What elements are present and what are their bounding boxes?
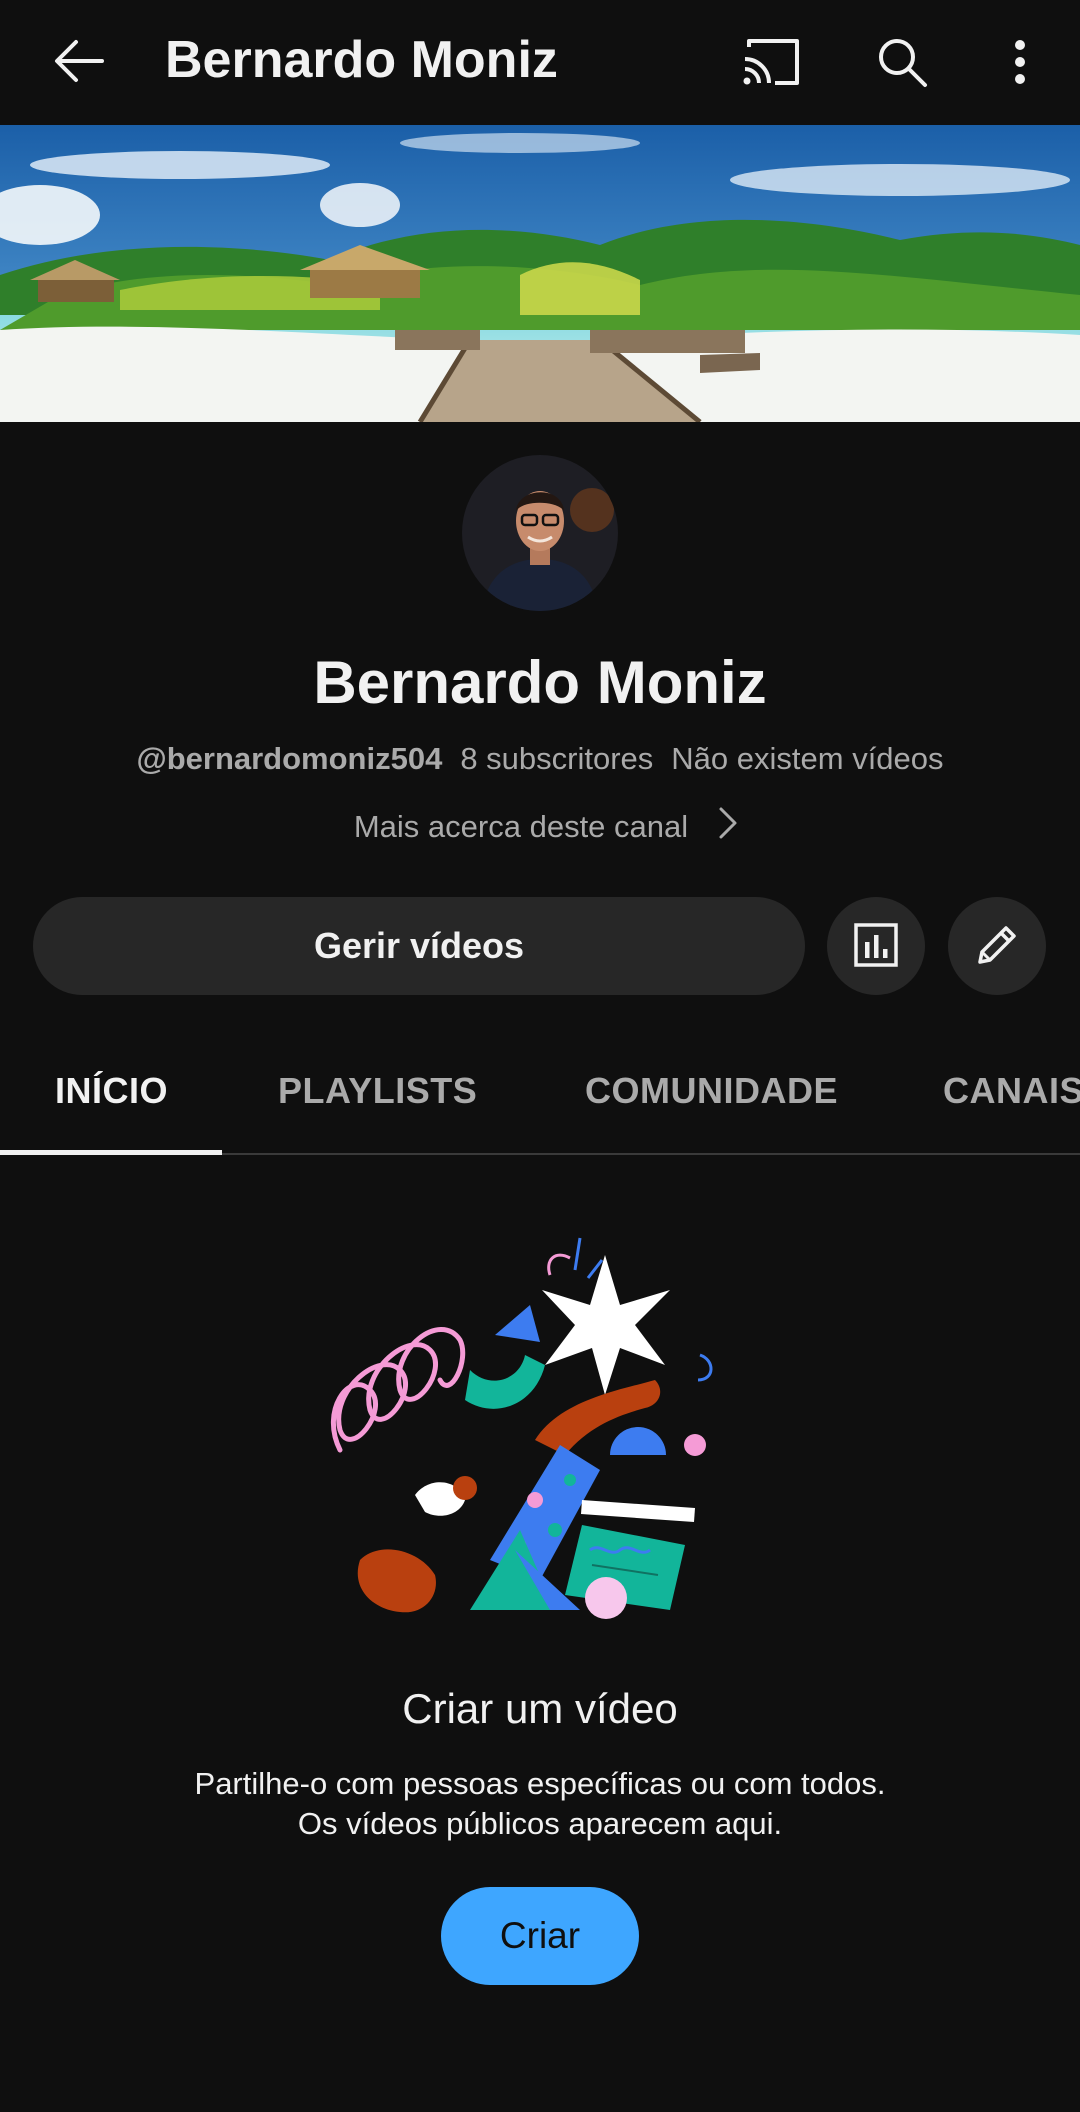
cast-icon[interactable]: [735, 26, 807, 98]
channel-banner: [0, 125, 1080, 422]
channel-handle: @bernardomoniz504: [136, 741, 443, 776]
empty-state-description: Partilhe-o com pessoas específicas ou co…: [0, 1764, 1080, 1844]
channel-meta: @bernardomoniz504 8 subscritores Não exi…: [0, 741, 1080, 777]
analytics-icon: [853, 922, 899, 971]
tab-comunidade[interactable]: COMUNIDADE: [585, 1070, 838, 1112]
video-count: Não existem vídeos: [671, 741, 944, 776]
tab-playlists[interactable]: PLAYLISTS: [278, 1070, 477, 1112]
create-button[interactable]: Criar: [441, 1887, 639, 1985]
tab-inicio[interactable]: INÍCIO: [55, 1070, 168, 1112]
about-channel-link[interactable]: Mais acerca deste canal: [0, 806, 1080, 848]
empty-state-desc-line1: Partilhe-o com pessoas específicas ou co…: [194, 1766, 886, 1801]
empty-state-desc-line2: Os vídeos públicos aparecem aqui.: [297, 1806, 783, 1841]
chevron-right-icon: [718, 806, 738, 848]
channel-name: Bernardo Moniz: [313, 649, 767, 716]
top-app-bar: Bernardo Moniz: [0, 0, 1080, 125]
active-tab-indicator: [0, 1150, 222, 1155]
manage-videos-button[interactable]: Gerir vídeos: [33, 897, 805, 995]
pencil-icon: [972, 920, 1022, 973]
channel-tabs: INÍCIO PLAYLISTS COMUNIDADE CANAIS: [0, 1030, 1080, 1155]
subscriber-count: 8 subscritores: [460, 741, 654, 776]
channel-avatar[interactable]: [462, 455, 618, 611]
more-vert-icon[interactable]: [990, 26, 1050, 98]
about-channel-label: Mais acerca deste canal: [353, 809, 689, 844]
back-arrow-icon[interactable]: [44, 26, 114, 96]
empty-state-title: Criar um vídeo: [402, 1685, 678, 1732]
search-icon[interactable]: [866, 26, 938, 98]
edit-channel-button[interactable]: [948, 897, 1046, 995]
create-video-illustration: [320, 1230, 760, 1630]
tab-canais[interactable]: CANAIS: [943, 1070, 1080, 1112]
app-bar-title: Bernardo Moniz: [165, 31, 558, 89]
analytics-button[interactable]: [827, 897, 925, 995]
